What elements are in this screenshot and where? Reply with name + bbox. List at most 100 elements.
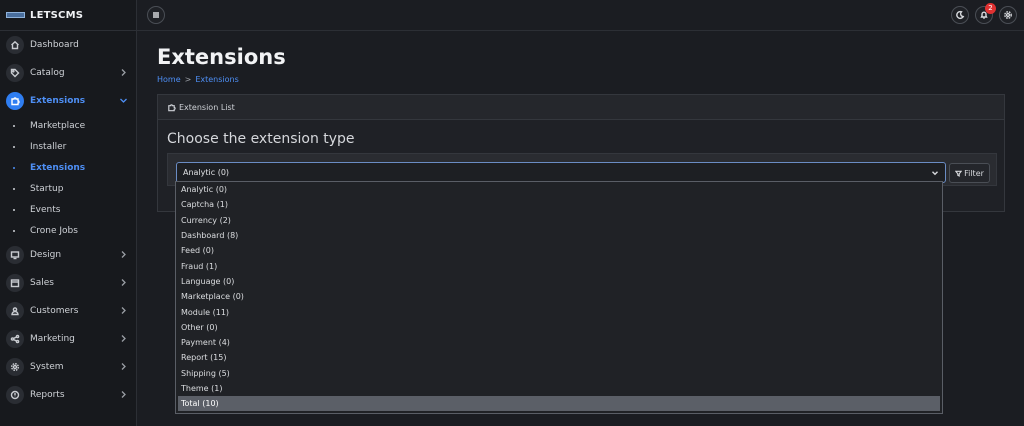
home-icon bbox=[6, 36, 24, 54]
sidebar-item-system[interactable]: System bbox=[0, 353, 136, 381]
sidebar-item-customers[interactable]: Customers bbox=[0, 297, 136, 325]
extension-type-select[interactable]: Analytic (0) bbox=[176, 162, 946, 183]
sidebar-subitem-label: Extensions bbox=[30, 162, 86, 173]
sidebar-subitem-extensions[interactable]: Extensions bbox=[0, 157, 136, 178]
select-value: Analytic (0) bbox=[183, 168, 230, 177]
monitor-icon bbox=[6, 246, 24, 264]
extensions-submenu: Marketplace Installer Extensions Startup… bbox=[0, 115, 136, 241]
dropdown-option[interactable]: Marketplace (0) bbox=[176, 289, 942, 304]
notification-badge: 2 bbox=[985, 3, 996, 14]
breadcrumb-separator: > bbox=[184, 75, 192, 84]
card-header: Extension List bbox=[158, 95, 1004, 120]
bullet-icon bbox=[13, 124, 15, 127]
chevron-right-icon bbox=[119, 362, 128, 371]
extension-type-dropdown: Analytic (0) Captcha (1) Currency (2) Dashb… bbox=[175, 181, 943, 414]
card-title: Extension List bbox=[179, 102, 235, 112]
sidebar-subitem-label: Events bbox=[30, 204, 61, 215]
dropdown-option[interactable]: Captcha (1) bbox=[176, 197, 942, 212]
sidebar-subitem-label: Startup bbox=[30, 183, 64, 194]
dropdown-option[interactable]: Module (11) bbox=[176, 304, 942, 319]
gear-icon bbox=[6, 358, 24, 376]
sidebar-item-label: Reports bbox=[30, 390, 65, 400]
sidebar-subitem-label: Installer bbox=[30, 141, 67, 152]
chevron-right-icon bbox=[119, 68, 128, 77]
brand[interactable]: LETSCMS bbox=[0, 0, 136, 31]
dropdown-option[interactable]: Payment (4) bbox=[176, 335, 942, 350]
sidebar-nav-lower: Design Sales Customers Marketing System … bbox=[0, 241, 136, 409]
info-icon bbox=[6, 386, 24, 404]
dropdown-option[interactable]: Theme (1) bbox=[176, 381, 942, 396]
chevron-right-icon bbox=[119, 250, 128, 259]
breadcrumb-current-link[interactable]: Extensions bbox=[195, 75, 238, 84]
sidebar-item-marketing[interactable]: Marketing bbox=[0, 325, 136, 353]
sidebar-item-label: System bbox=[30, 362, 64, 372]
dropdown-option[interactable]: Fraud (1) bbox=[176, 258, 942, 273]
dropdown-option[interactable]: Other (0) bbox=[176, 320, 942, 335]
bullet-icon bbox=[13, 208, 15, 211]
puzzle-icon bbox=[6, 92, 24, 110]
puzzle-icon bbox=[168, 103, 176, 111]
brand-logo-icon bbox=[6, 12, 25, 18]
dropdown-option[interactable]: Dashboard (8) bbox=[176, 228, 942, 243]
sidebar: LETSCMS Dashboard Catalog Extensions Mar… bbox=[0, 0, 137, 426]
dropdown-option[interactable]: Shipping (5) bbox=[176, 366, 942, 381]
sidebar-item-label: Extensions bbox=[30, 96, 86, 106]
cart-icon bbox=[6, 274, 24, 292]
user-icon bbox=[6, 302, 24, 320]
chevron-down-icon bbox=[119, 96, 128, 105]
dropdown-option[interactable]: Report (15) bbox=[176, 350, 942, 365]
sidebar-subitem-startup[interactable]: Startup bbox=[0, 178, 136, 199]
sidebar-item-label: Marketing bbox=[30, 334, 75, 344]
sidebar-nav: Dashboard Catalog Extensions bbox=[0, 31, 136, 115]
sidebar-subitem-crone-jobs[interactable]: Crone Jobs bbox=[0, 220, 136, 241]
main-content: Extensions Home > Extensions Extension Lis… bbox=[157, 31, 1005, 212]
top-bar: 2 bbox=[137, 0, 1024, 31]
sidebar-subitem-events[interactable]: Events bbox=[0, 199, 136, 220]
brand-name: LETSCMS bbox=[30, 9, 84, 21]
sidebar-subitem-marketplace[interactable]: Marketplace bbox=[0, 115, 136, 136]
theme-toggle-button[interactable] bbox=[951, 6, 969, 24]
dropdown-option[interactable]: Feed (0) bbox=[176, 243, 942, 258]
sidebar-item-label: Sales bbox=[30, 278, 54, 288]
menu-toggle-button[interactable] bbox=[147, 6, 165, 24]
bullet-icon bbox=[13, 145, 15, 148]
filter-button[interactable]: Filter bbox=[949, 163, 990, 183]
dropdown-option[interactable]: Currency (2) bbox=[176, 213, 942, 228]
bullet-icon bbox=[13, 229, 15, 232]
sidebar-item-sales[interactable]: Sales bbox=[0, 269, 136, 297]
sidebar-item-extensions[interactable]: Extensions bbox=[0, 87, 136, 115]
hamburger-icon bbox=[153, 12, 159, 18]
filter-icon bbox=[955, 170, 963, 177]
sidebar-item-catalog[interactable]: Catalog bbox=[0, 59, 136, 87]
share-icon bbox=[6, 330, 24, 348]
dropdown-option[interactable]: Language (0) bbox=[176, 274, 942, 289]
dropdown-option[interactable]: Total (10) bbox=[178, 396, 940, 412]
sidebar-item-label: Design bbox=[30, 250, 62, 260]
sidebar-subitem-installer[interactable]: Installer bbox=[0, 136, 136, 157]
filter-button-label: Filter bbox=[964, 168, 984, 178]
sidebar-item-design[interactable]: Design bbox=[0, 241, 136, 269]
chevron-right-icon bbox=[119, 390, 128, 399]
sidebar-item-dashboard[interactable]: Dashboard bbox=[0, 31, 136, 59]
tag-icon bbox=[6, 64, 24, 82]
sidebar-item-reports[interactable]: Reports bbox=[0, 381, 136, 409]
chevron-down-icon bbox=[931, 169, 939, 177]
sidebar-item-label: Customers bbox=[30, 306, 79, 316]
sidebar-item-label: Dashboard bbox=[30, 40, 79, 50]
sidebar-item-label: Catalog bbox=[30, 68, 65, 78]
settings-button[interactable] bbox=[999, 6, 1017, 24]
chevron-right-icon bbox=[119, 278, 128, 287]
card-subtitle: Choose the extension type bbox=[167, 131, 355, 147]
bullet-icon bbox=[13, 187, 15, 190]
notifications-button[interactable]: 2 bbox=[975, 3, 996, 24]
moon-icon bbox=[956, 10, 965, 19]
bullet-icon bbox=[13, 166, 15, 169]
gear-icon bbox=[1004, 11, 1012, 19]
breadcrumb: Home > Extensions bbox=[157, 75, 1005, 87]
chevron-right-icon bbox=[119, 306, 128, 315]
page-title: Extensions bbox=[157, 45, 286, 69]
chevron-right-icon bbox=[119, 334, 128, 343]
sidebar-subitem-label: Crone Jobs bbox=[30, 225, 78, 236]
breadcrumb-home-link[interactable]: Home bbox=[157, 75, 181, 84]
dropdown-option[interactable]: Analytic (0) bbox=[176, 182, 942, 197]
